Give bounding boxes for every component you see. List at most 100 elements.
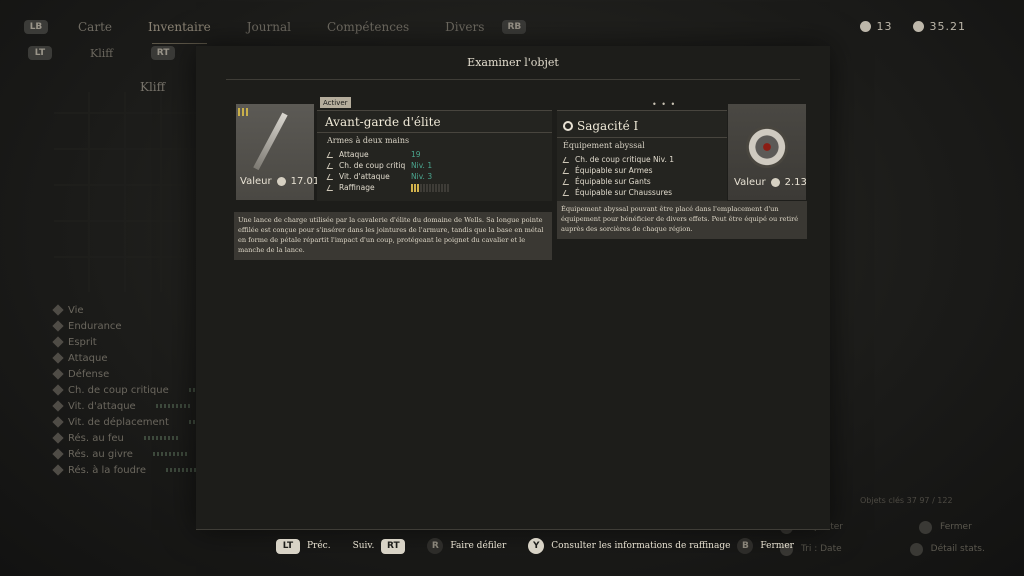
stat-bar — [165, 468, 200, 472]
divider — [226, 79, 800, 80]
spear-icon — [253, 112, 288, 171]
refine-tick — [417, 183, 419, 192]
stat-row: Vit. d'attaque Niv. 3 — [327, 171, 542, 182]
stat-label: Attaque — [339, 150, 369, 159]
refine-tick — [438, 183, 440, 192]
boots-icon — [563, 189, 571, 197]
hint-icon — [919, 520, 933, 534]
effect-row: Équipable sur Chaussures — [563, 187, 721, 198]
stat-label: Ch. de coup critiq — [339, 161, 406, 170]
critical-icon — [327, 162, 335, 170]
refine-tick — [414, 183, 416, 192]
refine-tick — [423, 183, 425, 192]
close-label[interactable]: Fermer — [760, 541, 794, 551]
coin-icon — [770, 178, 780, 187]
refine-info-label[interactable]: Consulter les informations de raffinage — [551, 541, 730, 551]
rt-button[interactable]: RT — [381, 538, 406, 554]
stat-bar — [155, 404, 190, 408]
next-label[interactable]: Suiv. — [353, 541, 375, 551]
refine-tick — [411, 183, 413, 192]
bg-stat-label: Rés. à la foudre — [68, 464, 146, 476]
effect-row: Ch. de coup critique Niv. 1 — [563, 154, 721, 165]
refine-tick — [432, 183, 434, 192]
critical-icon — [563, 156, 571, 164]
token-icon — [859, 21, 871, 32]
stat-value: Niv. 1 — [411, 161, 433, 170]
stat-icon — [52, 352, 64, 364]
effect-row: Équipable sur Gants — [563, 176, 721, 187]
stat-label: Raffinage — [339, 183, 375, 192]
value-label: Valeur — [734, 177, 766, 188]
top-nav: LB Carte Inventaire Journal Compétences … — [24, 14, 527, 44]
right-stick-icon[interactable]: R — [427, 538, 444, 554]
coin-icon — [276, 177, 286, 186]
effect-text: Équipable sur Armes — [575, 166, 653, 175]
examine-item-modal: Examiner l'objet Valeur 17.01 Activer Av… — [196, 46, 830, 530]
bg-stat-label: Endurance — [68, 320, 122, 332]
lb-button[interactable]: LB — [24, 20, 48, 34]
stat-icon — [52, 384, 64, 396]
item-card-left: Avant-garde d'élite Armes à deux mains A… — [317, 110, 552, 201]
tab-carte[interactable]: Carte — [48, 20, 130, 34]
stat-row: Raffinage — [327, 182, 542, 193]
dots-indicator: • • • — [652, 100, 677, 109]
hint-icon — [909, 542, 923, 556]
stat-icon — [52, 448, 64, 460]
value-label: Valeur — [240, 176, 272, 187]
item-name: Avant-garde d'élite — [325, 115, 441, 129]
prev-label[interactable]: Préc. — [307, 541, 331, 551]
stat-value: 19 — [411, 150, 421, 159]
refine-tick — [441, 183, 443, 192]
rarity-icon — [238, 108, 248, 116]
effect-text: Équipable sur Gants — [575, 177, 651, 186]
bg-stat-label: Défense — [68, 368, 110, 380]
left-value: Valeur 17.01 — [240, 176, 319, 187]
lt-button[interactable]: LT — [276, 538, 300, 554]
stat-icon — [52, 320, 64, 332]
stat-icon — [52, 304, 64, 316]
stat-icon — [52, 368, 64, 380]
rb-button[interactable]: RB — [502, 20, 527, 34]
scroll-label[interactable]: Faire défiler — [450, 541, 506, 551]
currency-a: 13 — [876, 20, 893, 33]
item-type: Équipement abyssal — [563, 141, 645, 150]
bg-stat-label: Rés. au givre — [68, 448, 133, 460]
hint-sort: Tri : Date — [801, 544, 842, 554]
refine-bar — [411, 183, 449, 192]
stat-value: Niv. 3 — [411, 172, 433, 181]
refine-tick — [429, 183, 431, 192]
stat-row: Ch. de coup critiq Niv. 1 — [327, 160, 542, 171]
sub-nav: LT Kliff RT — [28, 46, 176, 60]
sub-tab-kliff[interactable]: Kliff — [90, 47, 113, 60]
tab-journal[interactable]: Journal — [229, 20, 309, 34]
abyss-orb-icon — [746, 126, 788, 168]
item-type: Armes à deux mains — [327, 136, 410, 145]
value-amount: 2.13 — [784, 177, 807, 188]
tab-divers[interactable]: Divers — [427, 20, 502, 34]
bg-stat-label: Vit. de déplacement — [68, 416, 169, 428]
y-button[interactable]: Y — [528, 538, 545, 554]
b-button[interactable]: B — [737, 538, 754, 554]
rt-button[interactable]: RT — [151, 46, 176, 60]
bg-stat-label: Ch. de coup critique — [68, 384, 169, 396]
effect-text: Équipable sur Chaussures — [575, 188, 673, 197]
stat-label: Vit. d'attaque — [339, 172, 390, 181]
refine-tick — [426, 183, 428, 192]
stat-icon — [52, 416, 64, 428]
inventory-grid — [54, 92, 204, 292]
stat-icon — [52, 432, 64, 444]
tab-competences[interactable]: Compétences — [309, 20, 427, 34]
item-card-right: Sagacité I Équipement abyssal Ch. de cou… — [557, 110, 727, 201]
refine-tick — [444, 183, 446, 192]
refine-tick — [435, 183, 437, 192]
item-description-right: Équipement abyssal pouvant être placé da… — [557, 201, 807, 239]
modal-title: Examiner l'objet — [467, 56, 559, 69]
gloves-icon — [563, 178, 571, 186]
key-items-counter: Objets clés 37 97 / 122 — [860, 496, 953, 505]
tab-inventaire[interactable]: Inventaire — [130, 20, 229, 44]
stat-bar — [143, 436, 178, 440]
stat-bar — [152, 452, 187, 456]
attack-icon — [327, 151, 335, 159]
lt-button[interactable]: LT — [28, 46, 52, 60]
stat-icon — [52, 400, 64, 412]
